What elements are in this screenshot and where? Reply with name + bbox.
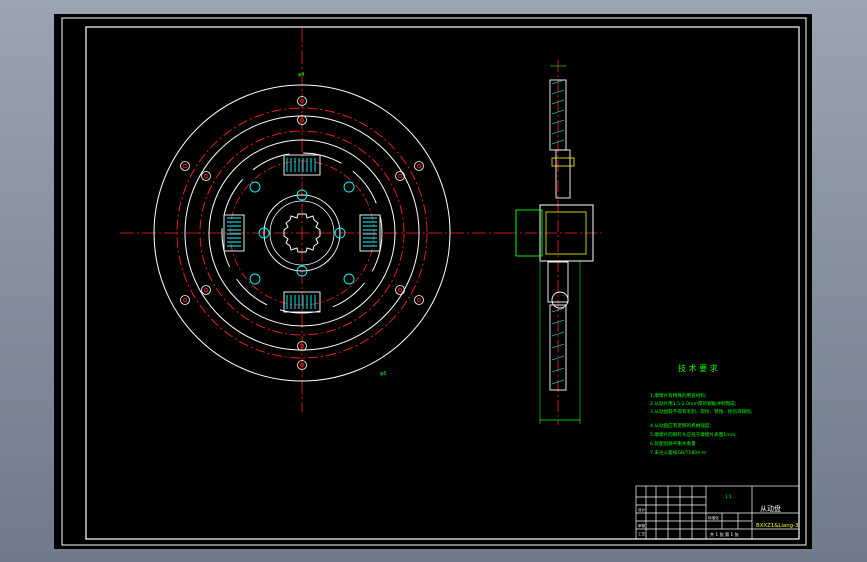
title-sheet-label: 共 1 张 第 1 张 xyxy=(710,531,740,538)
title-drawing-code: BXXZ1&Liang-3 xyxy=(756,523,798,529)
tech-note-1: 1.摩擦片有特殊的用途材料; xyxy=(650,392,707,399)
title-scale-value: 1:1 xyxy=(725,494,732,500)
dim-mark-bottom: φ6 xyxy=(380,371,386,377)
title-cell-review: 审核 xyxy=(638,523,646,528)
dim-mark-top: φ4 xyxy=(298,72,304,78)
tech-note-5: 5.摩擦片的铆钉头应低于摩擦片表面1mm; xyxy=(650,431,737,438)
drawing-sheet xyxy=(54,14,812,549)
tech-note-4: 4.从动盘应有足够的机械强度; xyxy=(650,422,712,429)
tech-note-3: 3.从动盘毂不得有毛刺、裂纹、锈蚀、损伤等缺陷; xyxy=(650,408,753,415)
title-drawing-name: 从动盘 xyxy=(760,504,781,513)
tech-note-7: 7.未注公差按GB/T1804-m xyxy=(650,449,707,456)
tech-note-2: 2.从动片用1.5-2.0mm厚的钢板冲制而成; xyxy=(650,400,737,407)
title-cell-process: 工艺 xyxy=(638,531,646,536)
tech-note-6: 6.装配后静平衡失衡量 xyxy=(650,440,696,447)
title-cell-standard: 标准化 xyxy=(708,515,719,520)
title-cell-design: 设计 xyxy=(638,507,646,512)
tech-heading: 技 术 要 求 xyxy=(678,363,718,373)
cad-viewport[interactable]: φ4 φ6 技 术 要 求 1.摩擦片有特殊的用途材料; 2.从动片用1.5-2… xyxy=(0,0,867,562)
